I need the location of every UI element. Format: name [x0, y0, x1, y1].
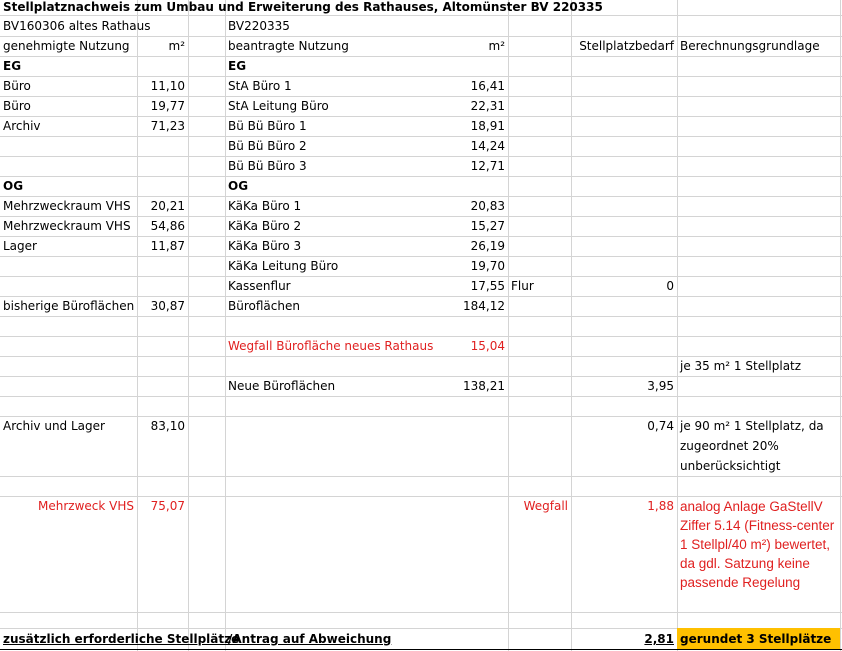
requested-area-cell[interactable]: 184,12: [425, 296, 508, 316]
requested-area-cell[interactable]: 26,19: [425, 236, 508, 256]
requested-use-cell[interactable]: KäKa Leitung Büro: [225, 256, 425, 276]
requested-area-cell[interactable]: 15,27: [425, 216, 508, 236]
gridline: [0, 612, 842, 613]
requested-area-cell[interactable]: 17,55: [425, 276, 508, 296]
approved-area-cell[interactable]: 54,86: [137, 216, 188, 236]
requested-area-cell[interactable]: 138,21: [425, 376, 508, 396]
calc-basis-cell[interactable]: je 35 m² 1 Stellplatz: [677, 356, 840, 376]
total-underline: [0, 649, 842, 650]
requested-use-cell[interactable]: Bü Bü Büro 1: [225, 116, 425, 136]
approved-use-cell[interactable]: Mehrzweckraum VHS: [0, 196, 137, 216]
requested-use-cell[interactable]: KäKa Büro 3: [225, 236, 425, 256]
approved-use-cell[interactable]: Lager: [0, 236, 137, 256]
requested-area-cell[interactable]: 14,24: [425, 136, 508, 156]
header-stellplatzbedarf[interactable]: Stellplatzbedarf: [508, 36, 677, 56]
parking-demand-cell[interactable]: 0,74: [571, 416, 677, 436]
header-m2-right[interactable]: m²: [425, 36, 508, 56]
section-eg-right[interactable]: EG: [225, 56, 425, 76]
approved-area-cell[interactable]: 83,10: [137, 416, 188, 436]
gridline: [571, 0, 572, 651]
requested-use-cell[interactable]: KäKa Büro 2: [225, 216, 425, 236]
header-genehmigte-nutzung[interactable]: genehmigte Nutzung: [0, 36, 137, 56]
section-og-left[interactable]: OG: [0, 176, 137, 196]
note-cell[interactable]: Wegfall: [508, 496, 571, 516]
total-rounded-result[interactable]: gerundet 3 Stellplätze: [677, 628, 840, 649]
gridline: [188, 0, 189, 651]
calc-basis-cell[interactable]: je 90 m² 1 Stellplatz, da zugeordnet 20%…: [677, 416, 840, 476]
requested-use-cell[interactable]: Kassenflur: [225, 276, 425, 296]
approved-use-cell[interactable]: Mehrzweckraum VHS: [0, 216, 137, 236]
requested-use-cell[interactable]: StA Büro 1: [225, 76, 425, 96]
requested-use-cell[interactable]: Bü Bü Büro 2: [225, 136, 425, 156]
approved-area-cell[interactable]: 30,87: [137, 296, 188, 316]
header-beantragte-nutzung[interactable]: beantragte Nutzung: [225, 36, 425, 56]
approved-use-cell[interactable]: Archiv und Lager: [0, 416, 137, 436]
calc-basis-cell[interactable]: analog Anlage GaStellV Ziffer 5.14 (Fitn…: [677, 496, 840, 592]
gridline: [0, 476, 842, 477]
approved-area-cell[interactable]: 11,87: [137, 236, 188, 256]
requested-area-cell[interactable]: 16,41: [425, 76, 508, 96]
requested-use-cell[interactable]: Büroflächen: [225, 296, 425, 316]
gridline: [508, 0, 509, 651]
requested-area-cell[interactable]: 15,04: [445, 336, 508, 356]
note-cell[interactable]: Flur: [508, 276, 571, 296]
total-parking-demand[interactable]: 2,81: [571, 628, 677, 650]
header-m2-left[interactable]: m²: [137, 36, 188, 56]
bv-old-label[interactable]: BV160306 altes Rathaus: [0, 16, 188, 36]
approved-area-cell[interactable]: 20,21: [137, 196, 188, 216]
requested-area-cell[interactable]: 12,71: [425, 156, 508, 176]
approved-use-cell[interactable]: Mehrzweck VHS: [0, 496, 137, 516]
requested-use-cell[interactable]: Neue Büroflächen: [225, 376, 425, 396]
approved-use-cell[interactable]: Büro: [0, 76, 137, 96]
approved-area-cell[interactable]: 71,23: [137, 116, 188, 136]
approved-area-cell[interactable]: 11,10: [137, 76, 188, 96]
requested-area-cell[interactable]: 19,70: [425, 256, 508, 276]
sheet-title[interactable]: Stellplatznachweis zum Umbau und Erweite…: [0, 0, 842, 17]
total-label[interactable]: zusätzlich erforderliche Stellplätze: [0, 628, 239, 650]
approved-use-cell[interactable]: bisherige Büroflächen: [0, 296, 137, 316]
approved-use-cell[interactable]: Büro: [0, 96, 137, 116]
requested-use-cell[interactable]: Bü Bü Büro 3: [225, 156, 425, 176]
section-og-right[interactable]: OG: [225, 176, 425, 196]
requested-area-cell[interactable]: 20,83: [425, 196, 508, 216]
gridline: [0, 396, 842, 397]
approved-use-cell[interactable]: Archiv: [0, 116, 137, 136]
approved-area-cell[interactable]: 19,77: [137, 96, 188, 116]
parking-demand-cell[interactable]: 0: [571, 276, 677, 296]
requested-use-cell[interactable]: StA Leitung Büro: [225, 96, 425, 116]
parking-demand-cell[interactable]: 3,95: [571, 376, 677, 396]
requested-area-cell[interactable]: 18,91: [425, 116, 508, 136]
parking-demand-cell[interactable]: 1,88: [571, 496, 677, 516]
spreadsheet-grid[interactable]: Stellplatznachweis zum Umbau und Erweite…: [0, 0, 842, 651]
deviation-request-label[interactable]: /Antrag auf Abweichung: [225, 628, 508, 650]
requested-use-cell[interactable]: KäKa Büro 1: [225, 196, 425, 216]
gridline: [0, 316, 842, 317]
requested-area-cell[interactable]: 22,31: [425, 96, 508, 116]
section-eg-left[interactable]: EG: [0, 56, 137, 76]
bv-new-label[interactable]: BV220335: [225, 16, 508, 36]
approved-area-cell[interactable]: 75,07: [137, 496, 188, 516]
requested-use-cell[interactable]: Wegfall Bürofläche neues Rathaus: [225, 336, 445, 356]
gridline: [840, 0, 841, 651]
header-berechnungsgrundlage[interactable]: Berechnungsgrundlage: [677, 36, 840, 56]
